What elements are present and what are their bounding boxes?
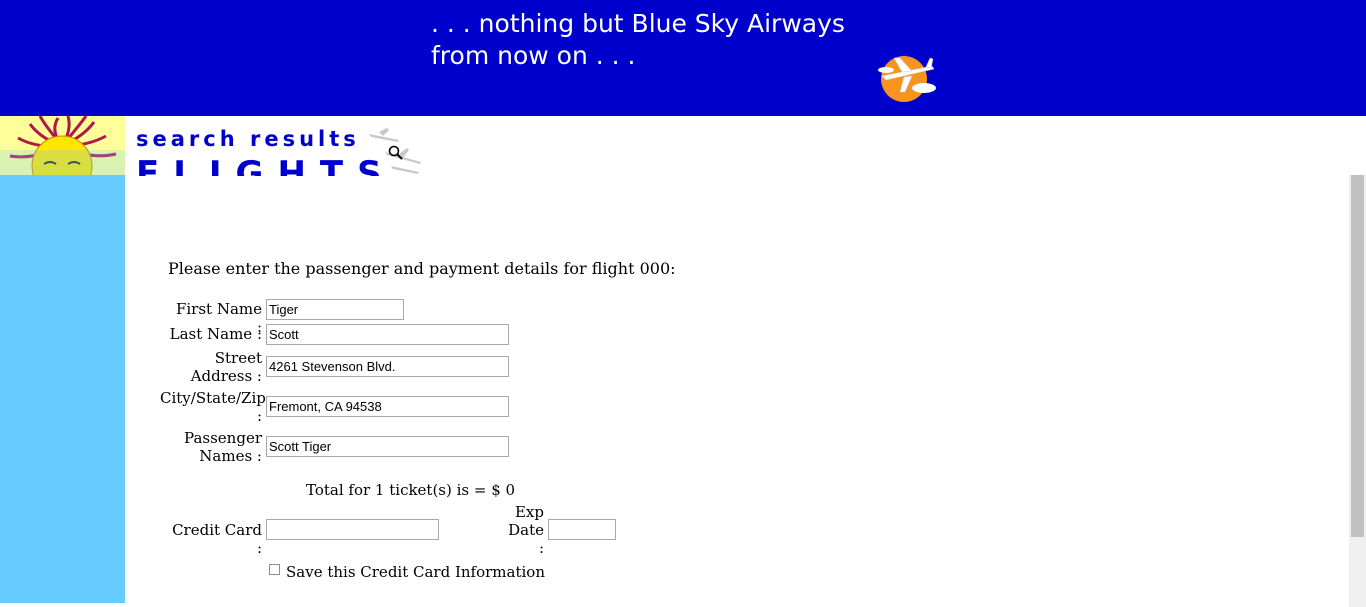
street-address-label-line1: Street — [214, 349, 262, 367]
top-banner: . . . nothing but Blue Sky Airways from … — [0, 0, 1366, 116]
street-address-label: Street Address : — [168, 349, 262, 385]
tagline-line2: from now on . . . — [431, 41, 636, 70]
scrollbar-thumb[interactable] — [1351, 175, 1364, 537]
city-state-zip-label-line2: : — [256, 407, 262, 425]
exp-date-label-line2: Date — [508, 521, 544, 539]
last-name-label: Last Name : — [169, 325, 262, 343]
city-state-zip-input[interactable] — [266, 396, 509, 417]
form-intro: Please enter the passenger and payment d… — [168, 259, 676, 278]
exp-date-input[interactable] — [548, 519, 616, 540]
left-sidebar — [0, 116, 125, 603]
street-address-input[interactable] — [266, 356, 509, 377]
exp-date-label-line3: : — [538, 539, 544, 557]
passenger-names-input[interactable] — [266, 436, 509, 457]
page-header: search results FLIGHTS — [125, 116, 545, 176]
exp-date-label: Exp Date : — [500, 503, 544, 557]
credit-card-label: Credit Card : — [172, 521, 262, 557]
passenger-names-label-line2: Names : — [199, 447, 262, 465]
street-address-label-line2: Address : — [190, 367, 262, 385]
passenger-names-label: Passenger Names : — [168, 429, 262, 465]
save-card-label[interactable]: Save this Credit Card Information — [286, 563, 545, 581]
sun-logo-icon — [0, 116, 125, 175]
exp-date-label-line1: Exp — [514, 503, 544, 521]
last-name-input[interactable] — [266, 324, 509, 345]
save-card-checkbox[interactable] — [269, 564, 280, 575]
flights-heading: FLIGHTS — [136, 154, 396, 176]
passenger-names-label-line1: Passenger — [184, 429, 262, 447]
ticket-total: Total for 1 ticket(s) is = $ 0 — [306, 481, 516, 499]
first-name-input[interactable] — [266, 299, 404, 320]
city-state-zip-label-line1: City/State/Zip — [160, 389, 266, 407]
magnifier-icon — [369, 128, 421, 174]
tagline: . . . nothing but Blue Sky Airways from … — [431, 8, 845, 72]
tagline-line1: . . . nothing but Blue Sky Airways — [431, 9, 845, 38]
credit-card-input[interactable] — [266, 519, 439, 540]
plane-logo-icon — [878, 56, 936, 102]
city-state-zip-label: City/State/Zip : — [160, 389, 266, 425]
search-results-heading: search results — [136, 127, 360, 151]
vertical-scrollbar[interactable] — [1349, 175, 1366, 607]
